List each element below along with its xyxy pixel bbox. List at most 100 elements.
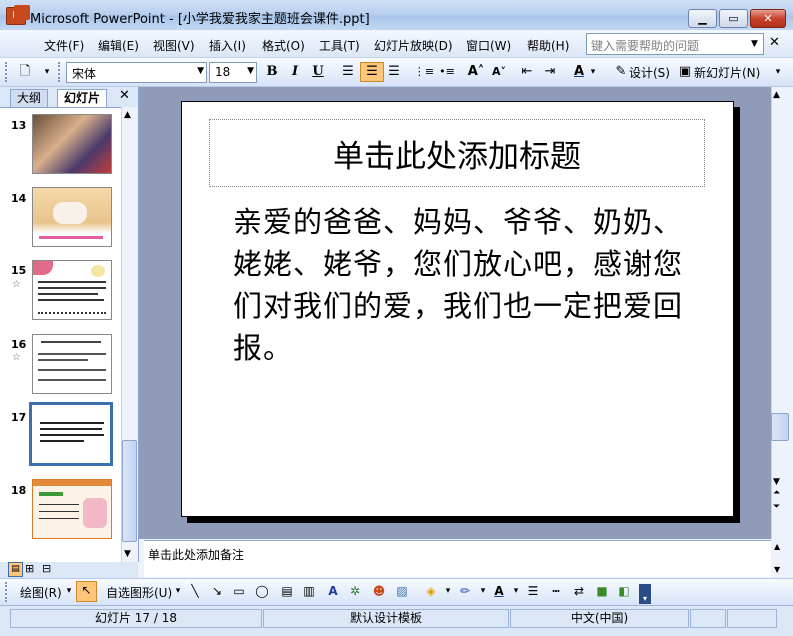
scroll-down-icon[interactable]: ▼ <box>773 477 780 487</box>
scrollbar-thumb[interactable] <box>771 413 789 441</box>
baby-image <box>83 498 107 528</box>
decor-line <box>39 236 103 239</box>
toolbar-options-icon[interactable]: ▾ <box>767 62 789 82</box>
italic-button[interactable]: I <box>284 62 306 82</box>
bold-button[interactable]: B <box>261 62 283 82</box>
slide-body-text[interactable]: 亲爱的爸爸、妈妈、爷爷、奶奶、姥姥、姥爷，您们放心吧，感谢您们对我们的爱，我们也… <box>233 201 688 369</box>
close-window-button[interactable]: ✕ <box>750 9 786 28</box>
chevron-down-icon[interactable]: ▾ <box>440 583 456 599</box>
slide-thumbnail-18[interactable] <box>32 479 112 539</box>
new-document-icon[interactable]: 🗋 <box>14 62 36 82</box>
normal-view-icon[interactable]: ▤ <box>8 562 23 577</box>
chevron-down-icon[interactable]: ▾ <box>170 583 186 599</box>
insert-picture-icon[interactable]: ▨ <box>394 583 410 599</box>
new-slide-icon[interactable]: ▣ <box>674 62 696 82</box>
text-box-icon[interactable]: ▤ <box>279 583 295 599</box>
notes-pane[interactable]: 单击此处添加备注 <box>144 540 771 577</box>
menu-tools[interactable]: 工具(T) <box>319 37 360 54</box>
menu-insert[interactable]: 插入(I) <box>209 37 246 54</box>
slide-thumbnail-17[interactable] <box>29 402 113 466</box>
arrow-style-icon[interactable]: ⇄ <box>571 583 587 599</box>
wordart-icon[interactable]: A <box>325 583 341 599</box>
scroll-up-icon[interactable]: ▲ <box>124 110 131 120</box>
increase-font-size-icon[interactable]: A˄ <box>465 62 487 82</box>
align-center-icon[interactable]: ☰ <box>360 62 384 82</box>
menu-window[interactable]: 窗口(W) <box>466 37 511 54</box>
menu-view[interactable]: 视图(V) <box>153 37 195 54</box>
flower-decor <box>33 261 53 275</box>
fill-color-icon[interactable]: ◈ <box>423 583 439 599</box>
design-button[interactable]: 设计(S) <box>629 64 670 81</box>
autoshapes-menu-button[interactable]: 自选图形(U) <box>106 584 172 601</box>
chevron-down-icon[interactable]: ▼ <box>197 66 204 76</box>
vertical-text-box-icon[interactable]: ▥ <box>301 583 317 599</box>
tab-outline[interactable]: 大纲 <box>10 89 49 107</box>
menu-help[interactable]: 帮助(H) <box>527 37 569 54</box>
chevron-down-icon[interactable]: ▾ <box>587 62 599 82</box>
decrease-indent-icon[interactable]: ⇤ <box>516 62 538 82</box>
slide-thumbnail-14[interactable] <box>32 187 112 247</box>
underline-button[interactable]: U <box>307 62 329 82</box>
slide-scrollbar[interactable] <box>771 87 791 539</box>
clip-art-icon[interactable]: ☻ <box>371 583 387 599</box>
toolbar-options-icon[interactable]: ▾ <box>36 62 58 82</box>
menu-slideshow[interactable]: 幻灯片放映(D) <box>374 37 453 54</box>
chevron-down-icon[interactable]: ▾ <box>508 583 524 599</box>
close-document-icon[interactable]: ✕ <box>769 35 780 50</box>
slide-thumbnail-16[interactable] <box>32 334 112 394</box>
slide-sorter-view-icon[interactable]: ⊞ <box>25 562 34 575</box>
numbered-list-icon[interactable]: ⋮≡ <box>413 62 435 82</box>
slide-thumbnail-15[interactable] <box>32 260 112 320</box>
rectangle-icon[interactable]: ▭ <box>231 583 247 599</box>
3d-style-icon[interactable]: ◧ <box>616 583 632 599</box>
help-search-input[interactable]: 键入需要帮助的问题 <box>586 33 764 55</box>
draw-menu-button[interactable]: 绘图(R) <box>20 584 62 601</box>
scroll-down-icon[interactable]: ▼ <box>774 565 780 574</box>
menu-file[interactable]: 文件(F) <box>44 37 84 54</box>
previous-slide-icon[interactable]: ⏶ <box>773 488 780 498</box>
font-size-select[interactable]: 18 ▼ <box>209 62 257 83</box>
maximize-button[interactable]: ▭ <box>719 9 748 28</box>
chevron-down-icon[interactable]: ▾ <box>475 583 491 599</box>
menu-edit[interactable]: 编辑(E) <box>98 37 139 54</box>
line-style-icon[interactable]: ☰ <box>525 583 541 599</box>
chevron-down-icon[interactable]: ▼ <box>247 66 254 76</box>
scrollbar-thumb[interactable] <box>122 440 137 542</box>
chevron-down-icon[interactable]: ▼ <box>751 39 758 49</box>
next-slide-icon[interactable]: ⏷ <box>773 502 780 512</box>
bulleted-list-icon[interactable]: •≡ <box>436 62 458 82</box>
tab-slides[interactable]: 幻灯片 <box>57 89 108 107</box>
close-pane-icon[interactable]: ✕ <box>119 88 130 103</box>
slideshow-view-icon[interactable]: ⊟ <box>42 562 51 575</box>
decrease-font-size-icon[interactable]: A˅ <box>488 62 510 82</box>
menu-format[interactable]: 格式(O) <box>262 37 305 54</box>
toolbar-grip[interactable] <box>5 62 10 82</box>
arrow-icon[interactable]: ↘ <box>209 583 225 599</box>
line-icon[interactable]: ╲ <box>187 583 203 599</box>
shadow-style-icon[interactable]: ■ <box>594 583 610 599</box>
slide-thumbnail-13[interactable] <box>32 114 112 174</box>
toolbar-options-icon[interactable]: ▾ <box>639 584 651 604</box>
scroll-down-icon[interactable]: ▼ <box>124 549 131 559</box>
font-color-icon[interactable]: A <box>491 583 507 599</box>
oval-icon[interactable]: ◯ <box>254 583 270 599</box>
align-left-icon[interactable]: ☰ <box>337 62 359 82</box>
slide-title[interactable]: 单击此处添加标题 <box>209 131 705 176</box>
chevron-down-icon[interactable]: ▾ <box>61 583 77 599</box>
line-color-icon[interactable]: ✏ <box>457 583 473 599</box>
align-right-icon[interactable]: ☰ <box>383 62 405 82</box>
increase-indent-icon[interactable]: ⇥ <box>539 62 561 82</box>
document-icon[interactable] <box>14 5 30 20</box>
language-status: 中文(中国) <box>510 609 689 628</box>
dash-style-icon[interactable]: ┅ <box>548 583 564 599</box>
scroll-up-icon[interactable]: ▲ <box>774 542 780 551</box>
minimize-button[interactable]: ▁ <box>688 9 717 28</box>
toolbar-grip[interactable] <box>58 62 63 82</box>
scroll-up-icon[interactable]: ▲ <box>773 90 780 100</box>
diagram-icon[interactable]: ✲ <box>347 583 363 599</box>
font-name-select[interactable]: 宋体 ▼ <box>66 62 207 83</box>
new-slide-button[interactable]: 新幻灯片(N) <box>694 64 760 81</box>
text-line <box>38 379 106 381</box>
toolbar-grip[interactable] <box>5 582 10 602</box>
select-objects-icon[interactable]: ↖ <box>76 581 97 602</box>
